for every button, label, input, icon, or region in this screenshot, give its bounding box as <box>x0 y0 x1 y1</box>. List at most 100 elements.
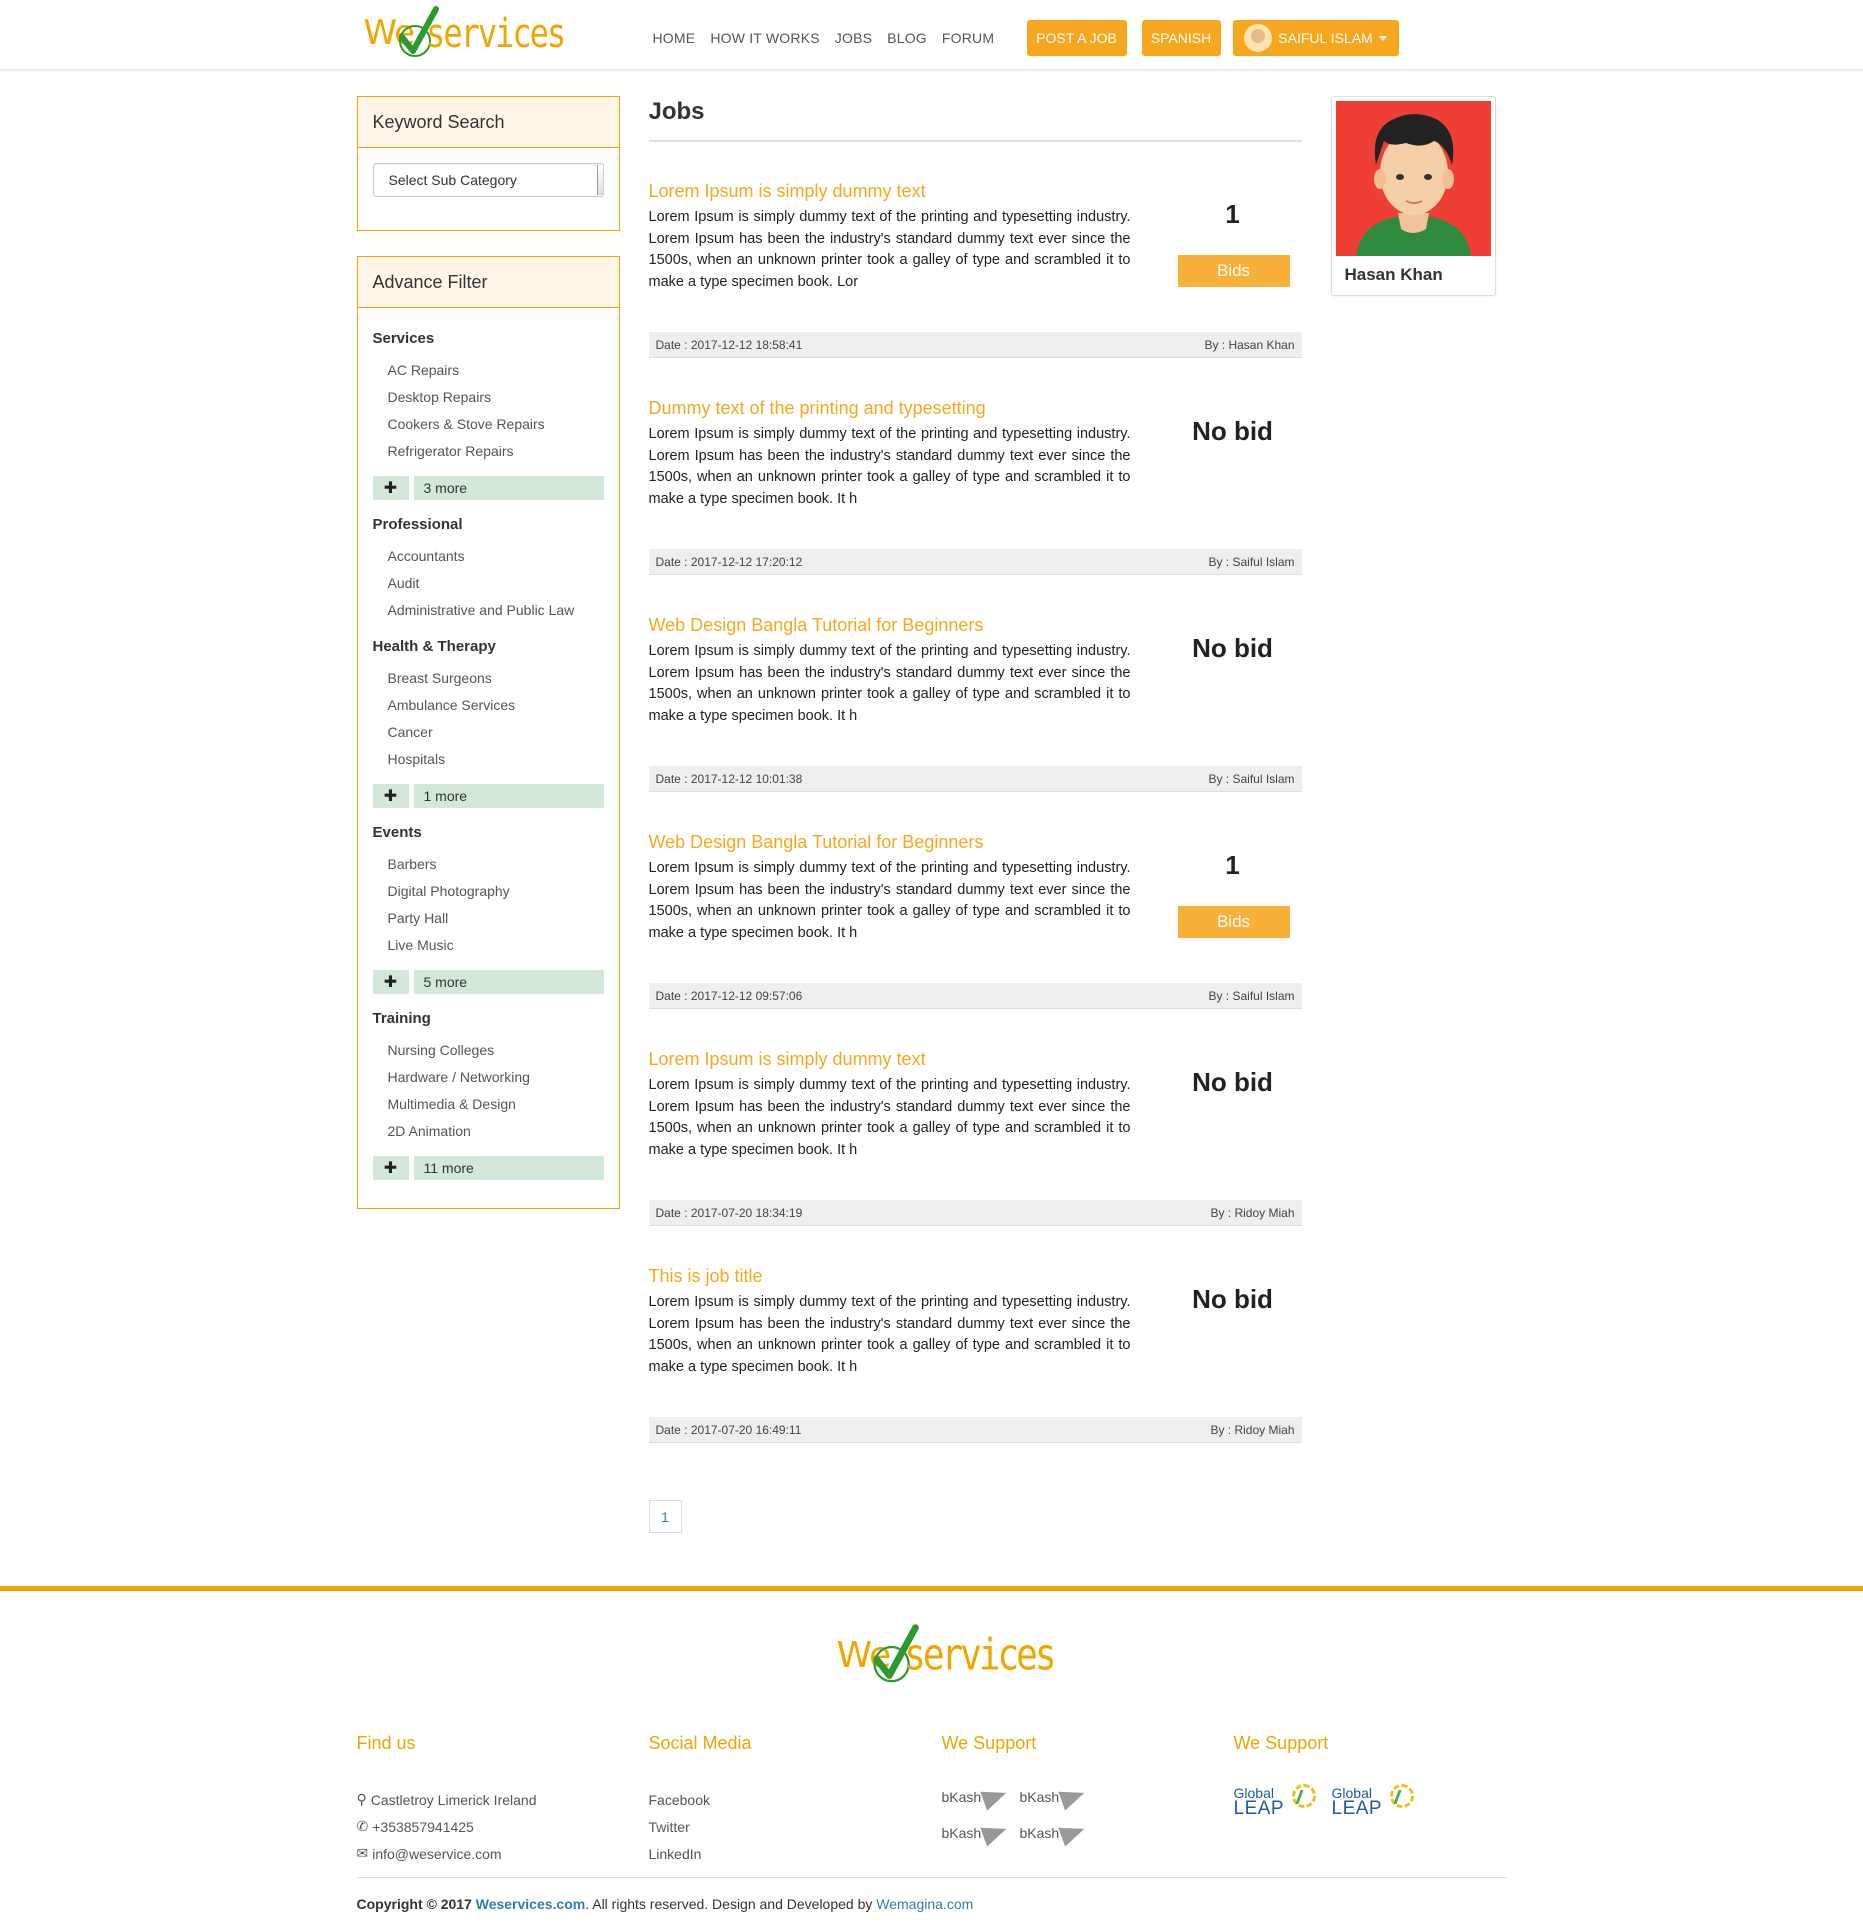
job-date: Date : 2017-12-12 09:57:06 <box>655 988 803 1003</box>
find-us-title: Find us <box>356 1733 416 1753</box>
user-name: SAIFUL ISLAM <box>1278 30 1373 46</box>
category-item[interactable]: Hospitals <box>373 746 604 773</box>
page-title: Jobs <box>648 70 1302 142</box>
job-title[interactable]: Lorem Ipsum is simply dummy text <box>649 181 926 202</box>
more-toggle-services[interactable]: ✚ 3 more <box>372 476 604 500</box>
phone-icon: ✆ <box>356 1818 369 1834</box>
copyright-prefix: Copyright © 2017 <box>356 1896 476 1912</box>
job-author: By : Hasan Khan <box>1204 337 1295 352</box>
category-item[interactable]: Barbers <box>373 851 604 878</box>
bird-icon <box>1058 1783 1088 1811</box>
category-item[interactable]: Refrigerator Repairs <box>373 438 604 465</box>
category-item[interactable]: Party Hall <box>373 905 604 932</box>
job-date: Date : 2017-12-12 17:20:12 <box>655 554 803 569</box>
footer-find-us: Find us ⚲ Castletroy Limerick Ireland ✆ … <box>357 1733 617 1867</box>
job-date: Date : 2017-12-12 10:01:38 <box>655 771 803 786</box>
developer-link[interactable]: Wemagina.com <box>876 1896 973 1912</box>
sub-category-select[interactable]: Select Sub Category <box>372 163 604 197</box>
category-item[interactable]: Administrative and Public Law <box>373 597 604 624</box>
email-text[interactable]: info@weservice.com <box>372 1846 501 1862</box>
copyright-site-link[interactable]: Weservices.com <box>476 1896 585 1912</box>
category-item[interactable]: Cancer <box>373 719 604 746</box>
more-toggle-health[interactable]: ✚ 1 more <box>372 784 604 808</box>
category-item[interactable]: Desktop Repairs <box>373 384 604 411</box>
job-title[interactable]: This is job title <box>649 1266 763 1287</box>
logo-services-text: services <box>426 9 566 57</box>
keyword-search-title: Keyword Search <box>357 97 619 148</box>
post-job-button[interactable]: POST A JOB <box>1026 20 1127 56</box>
social-title: Social Media <box>648 1733 752 1753</box>
job-description: Lorem Ipsum is simply dummy text of the … <box>648 1077 1131 1159</box>
no-bid-label: No bid <box>1192 633 1273 663</box>
job-author: By : Ridoy Miah <box>1210 1205 1295 1220</box>
job-title[interactable]: Web Design Bangla Tutorial for Beginners <box>649 832 984 853</box>
job-description: Lorem Ipsum is simply dummy text of the … <box>648 860 1131 942</box>
category-item[interactable]: Multimedia & Design <box>373 1091 604 1118</box>
category-item[interactable]: Audit <box>373 570 604 597</box>
profile-card[interactable]: Hasan Khan <box>1330 96 1496 296</box>
facebook-link[interactable]: Facebook <box>649 1786 909 1813</box>
twitter-link[interactable]: Twitter <box>649 1813 909 1840</box>
job-author: By : Saiful Islam <box>1208 771 1295 786</box>
nav-how-it-works[interactable]: HOW IT WORKS <box>710 30 819 46</box>
category-item[interactable]: Accountants <box>373 543 604 570</box>
more-toggle-training[interactable]: ✚ 11 more <box>372 1156 604 1180</box>
category-item[interactable]: Nursing Colleges <box>373 1037 604 1064</box>
plus-icon: ✚ <box>372 784 409 808</box>
pagination-page-1[interactable]: 1 <box>648 1500 682 1533</box>
more-label: 3 more <box>413 476 604 500</box>
email-line: ✉ info@weservice.com <box>357 1840 617 1867</box>
address-text: Castletroy Limerick Ireland <box>370 1791 537 1808</box>
bids-button[interactable]: Bids <box>1177 255 1290 287</box>
footer-logo[interactable]: We services <box>837 1623 1057 1687</box>
job-meta: Date : 2017-07-20 16:49:11 By : Ridoy Mi… <box>648 1417 1302 1443</box>
copyright-mid: . All rights reserved. Design and Develo… <box>585 1896 877 1912</box>
category-item[interactable]: Ambulance Services <box>373 692 604 719</box>
category-item[interactable]: Hardware / Networking <box>373 1064 604 1091</box>
bid-count: 1 <box>1225 850 1240 880</box>
job-date: Date : 2017-07-20 16:49:11 <box>655 1422 802 1437</box>
footer-support-bkash: We Support bKash bKash bKash bKash <box>942 1733 1202 1848</box>
footer-divider <box>356 1877 1507 1878</box>
nav-forum[interactable]: FORUM <box>942 30 994 46</box>
nav-home[interactable]: HOME <box>653 30 696 46</box>
category-item[interactable]: Cookers & Stove Repairs <box>373 411 604 438</box>
more-label: 11 more <box>413 1156 604 1180</box>
more-label: 5 more <box>413 970 604 994</box>
advance-filter-box: Advance Filter Services AC Repairs Deskt… <box>356 256 620 1209</box>
job-title[interactable]: Lorem Ipsum is simply dummy text <box>649 1049 926 1070</box>
category-item[interactable]: AC Repairs <box>373 357 604 384</box>
linkedin-link[interactable]: LinkedIn <box>649 1840 909 1867</box>
keyword-search-box: Keyword Search Select Sub Category <box>356 96 620 231</box>
footer-support-leap: We Support Global LEAP Global LEAP <box>1234 1733 1494 1826</box>
category-item[interactable]: Live Music <box>373 932 604 959</box>
select-arrow-icon <box>596 165 603 195</box>
bids-button[interactable]: Bids <box>1177 906 1290 938</box>
plus-icon: ✚ <box>372 970 409 994</box>
category-item[interactable]: Breast Surgeons <box>373 665 604 692</box>
job-author: By : Ridoy Miah <box>1210 1422 1295 1437</box>
category-item[interactable]: Digital Photography <box>373 878 604 905</box>
category-item[interactable]: 2D Animation <box>373 1118 604 1145</box>
map-marker-icon: ⚲ <box>356 1791 367 1807</box>
no-bid-label: No bid <box>1192 1284 1273 1314</box>
no-bid-label: No bid <box>1192 1067 1273 1097</box>
nav-jobs[interactable]: JOBS <box>835 30 872 46</box>
envelope-icon: ✉ <box>356 1845 369 1861</box>
main-nav: HOME HOW IT WORKS JOBS BLOG FORUM <box>653 30 995 46</box>
filter-body: Services AC Repairs Desktop Repairs Cook… <box>358 308 619 1208</box>
user-menu-button[interactable]: SAIFUL ISLAM <box>1232 20 1399 56</box>
site-logo[interactable]: We services <box>364 2 566 64</box>
job-title[interactable]: Web Design Bangla Tutorial for Beginners <box>649 615 984 636</box>
nav-blog[interactable]: BLOG <box>887 30 927 46</box>
phone-line: ✆ +353857941425 <box>357 1813 617 1840</box>
job-date: Date : 2017-07-20 18:34:19 <box>655 1205 803 1220</box>
language-button[interactable]: SPANISH <box>1141 20 1221 56</box>
more-toggle-events[interactable]: ✚ 5 more <box>372 970 604 994</box>
job-title[interactable]: Dummy text of the printing and typesetti… <box>649 398 986 419</box>
sub-category-select-value: Select Sub Category <box>388 172 517 188</box>
job-meta: Date : 2017-12-12 09:57:06 By : Saiful I… <box>648 983 1302 1009</box>
more-label: 1 more <box>413 784 604 808</box>
global-leap-logo: Global LEAP <box>1332 1782 1416 1826</box>
leap-logos: Global LEAP Global LEAP <box>1234 1782 1494 1826</box>
